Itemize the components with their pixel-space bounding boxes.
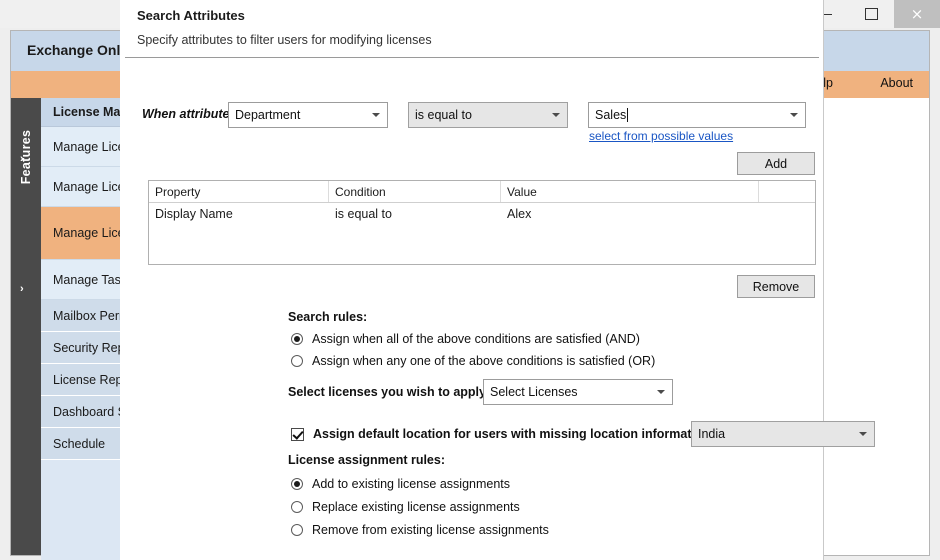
- features-rail[interactable]: › Features ›: [11, 98, 41, 555]
- dialog-subtitle: Specify attributes to filter users for m…: [137, 33, 432, 47]
- radio-license-rule-remove[interactable]: Remove from existing license assignments: [291, 521, 549, 539]
- text-cursor: [627, 108, 629, 122]
- condition-select[interactable]: is equal to: [408, 102, 568, 128]
- radio-label: Remove from existing license assignments: [312, 523, 549, 537]
- attribute-select[interactable]: Department: [228, 102, 388, 128]
- search-attributes-dialog: Search Attributes Specify attributes to …: [120, 0, 875, 560]
- table-row[interactable]: Display Name is equal to Alex: [149, 203, 815, 225]
- select-from-possible-values-link[interactable]: select from possible values: [589, 129, 733, 143]
- condition-select-value: is equal to: [415, 108, 472, 122]
- screen: × Exchange Online elp About › Features ›…: [0, 0, 940, 560]
- maximize-button[interactable]: [849, 0, 894, 28]
- radio-icon: [291, 524, 303, 536]
- features-rail-label: Features: [19, 129, 33, 185]
- radio-icon: [291, 355, 303, 367]
- radio-search-rule-and[interactable]: Assign when all of the above conditions …: [291, 330, 640, 348]
- cell-condition: is equal to: [335, 207, 392, 221]
- column-header-condition: Condition: [329, 181, 501, 202]
- attribute-select-value: Department: [235, 108, 301, 122]
- licenses-select-value: Select Licenses: [490, 385, 578, 399]
- column-header-property: Property: [149, 181, 329, 202]
- country-select-value: India: [698, 427, 726, 441]
- conditions-table: Property Condition Value Display Name is…: [148, 180, 816, 265]
- radio-label: Assign when any one of the above conditi…: [312, 354, 656, 368]
- when-attribute-label: When attribute: [142, 107, 230, 121]
- chevron-down-icon: [790, 113, 798, 117]
- select-licenses-label: Select licenses you wish to apply:: [288, 385, 491, 399]
- chevron-down-icon: [372, 113, 380, 117]
- attribute-filter-row: When attribute Department is equal to Sa…: [120, 102, 823, 128]
- radio-label: Add to existing license assignments: [312, 477, 511, 491]
- close-button[interactable]: ×: [894, 0, 940, 28]
- dialog-divider: [125, 57, 819, 58]
- search-rules-title: Search rules:: [288, 310, 368, 324]
- radio-icon-selected: [291, 333, 303, 345]
- add-button[interactable]: Add: [737, 152, 815, 175]
- table-header-row: Property Condition Value: [149, 181, 815, 203]
- default-location-label: Assign default location for users with m…: [313, 427, 711, 441]
- cell-property: Display Name: [155, 207, 233, 221]
- radio-icon-selected: [291, 478, 303, 490]
- radio-search-rule-or[interactable]: Assign when any one of the above conditi…: [291, 352, 655, 370]
- close-icon: ×: [910, 4, 924, 23]
- remove-button[interactable]: Remove: [737, 275, 815, 298]
- maximize-icon: [865, 8, 878, 20]
- radio-license-rule-replace[interactable]: Replace existing license assignments: [291, 498, 520, 516]
- licenses-select[interactable]: Select Licenses: [483, 379, 673, 405]
- chevron-down-icon: [657, 390, 665, 394]
- column-header-spacer: [759, 181, 815, 202]
- cell-value: Alex: [507, 207, 532, 221]
- radio-license-rule-add[interactable]: Add to existing license assignments: [291, 475, 510, 493]
- chevron-right-icon-bottom: ›: [20, 283, 24, 295]
- radio-icon: [291, 501, 303, 513]
- dialog-title: Search Attributes: [137, 8, 245, 23]
- license-assignment-rules-title: License assignment rules:: [288, 453, 446, 467]
- value-input-text: Sales: [595, 108, 627, 122]
- chevron-down-icon: [859, 432, 867, 436]
- checkbox-icon-checked: [291, 427, 304, 441]
- cell-spacer: [759, 203, 815, 225]
- column-header-value: Value: [501, 181, 759, 202]
- radio-label: Replace existing license assignments: [312, 500, 520, 514]
- window-controls: ×: [804, 0, 940, 28]
- chevron-down-icon: [552, 113, 560, 117]
- default-location-checkbox-row[interactable]: Assign default location for users with m…: [291, 425, 710, 443]
- value-input[interactable]: Sales: [588, 102, 806, 128]
- country-select[interactable]: India: [691, 421, 875, 447]
- menu-item-about[interactable]: About: [880, 76, 913, 90]
- radio-label: Assign when all of the above conditions …: [312, 332, 640, 346]
